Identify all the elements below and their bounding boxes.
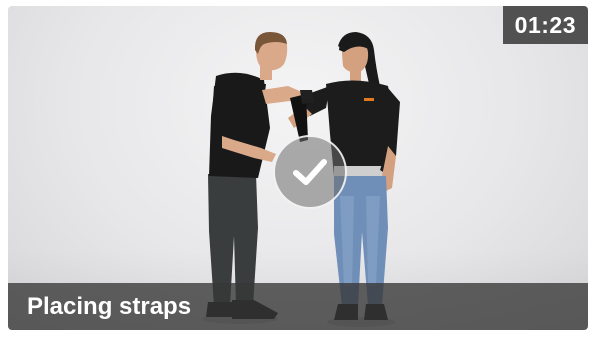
checkmark-icon: [293, 159, 327, 185]
video-title: Placing straps: [27, 293, 192, 320]
duration-text: 01:23: [514, 12, 576, 38]
video-duration-badge: 01:23: [502, 6, 588, 44]
video-thumbnail[interactable]: 01:23 Placing straps: [8, 6, 588, 330]
watched-badge: [273, 135, 347, 209]
video-title-bar: Placing straps: [8, 283, 588, 330]
